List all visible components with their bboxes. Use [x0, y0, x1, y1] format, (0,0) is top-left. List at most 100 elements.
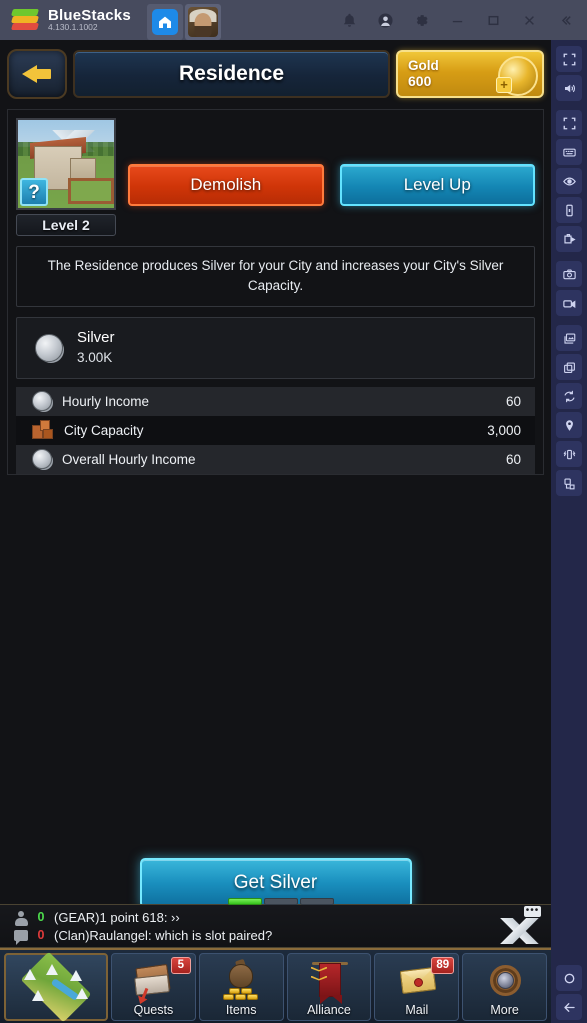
nav-label: More: [490, 1002, 519, 1017]
nav-label: Alliance: [307, 1002, 351, 1017]
chat-right[interactable]: •••: [485, 906, 543, 946]
stat-list: Hourly Income 60 City Capacity 3,000 Ove…: [16, 386, 535, 474]
crate-icon: [32, 420, 54, 440]
building-thumbnail[interactable]: ?: [16, 118, 116, 210]
mountain-icon: [491, 918, 539, 944]
resource-text: Silver 3.00K: [77, 328, 115, 366]
page-title: Residence: [73, 49, 390, 98]
building-card: ? Level 2 Demolish Level Up: [16, 118, 535, 236]
sync-icon[interactable]: [556, 383, 582, 409]
progress-segment: [300, 898, 334, 905]
stat-row: Overall Hourly Income 60: [16, 444, 535, 474]
rotate-device-icon[interactable]: [556, 197, 582, 223]
chat-bubble-icon: [14, 930, 28, 945]
silver-coin-icon: [32, 391, 52, 411]
video-icon[interactable]: [556, 290, 582, 316]
map-icon: [10, 951, 102, 1022]
account-button[interactable]: [367, 0, 403, 40]
gold-counter[interactable]: Gold 600 +: [396, 49, 544, 98]
stat-value: 60: [505, 393, 521, 409]
minimize-button[interactable]: [439, 0, 475, 40]
resource-summary: Silver 3.00K: [16, 316, 535, 379]
info-badge-icon[interactable]: ?: [20, 178, 48, 206]
progress-segments: [228, 898, 334, 905]
settings-button[interactable]: [403, 0, 439, 40]
home-circle-icon[interactable]: [556, 965, 582, 991]
nav-items[interactable]: Items: [198, 952, 284, 1021]
building-level-label: Level 2: [42, 217, 90, 233]
person-icon: [14, 911, 28, 926]
macro-icon[interactable]: [556, 226, 582, 252]
tab-strip: [146, 0, 221, 40]
nav-label: Items: [225, 1002, 257, 1017]
page-title-text: Residence: [178, 61, 285, 85]
chat-line[interactable]: 0 (Clan)Raulangel: which is slot paired?: [36, 928, 485, 943]
eye-icon[interactable]: [556, 168, 582, 194]
notifications-button[interactable]: [331, 0, 367, 40]
media-manager-icon[interactable]: [556, 325, 582, 351]
chat-line[interactable]: 0 (GEAR)1 point 618: ››: [36, 910, 485, 925]
location-icon[interactable]: [556, 412, 582, 438]
game-tab[interactable]: [184, 4, 221, 40]
back-arrow-icon[interactable]: [556, 994, 582, 1020]
avatar-icon: [187, 7, 218, 37]
fence-art: [68, 178, 114, 204]
building-level: Level 2: [16, 214, 116, 236]
stat-value: 3,000: [487, 422, 521, 438]
more-dots-icon: •••: [524, 905, 541, 917]
keyboard-icon[interactable]: [556, 139, 582, 165]
shake-icon[interactable]: [556, 441, 582, 467]
game-header: Residence Gold 600 +: [7, 46, 544, 101]
volume-icon[interactable]: [556, 75, 582, 101]
stat-value: 60: [505, 451, 521, 467]
nav-mail[interactable]: 89 Mail: [374, 952, 460, 1021]
window-controls: [331, 0, 587, 40]
building-panel: ? Level 2 Demolish Level Up The Residenc…: [7, 109, 544, 475]
brand-name: BlueStacks: [48, 6, 131, 24]
multi-instance-icon[interactable]: [556, 354, 582, 380]
nav-map[interactable]: [4, 951, 108, 1022]
resource-amount: 3.00K: [77, 349, 113, 365]
fit-to-screen-icon[interactable]: [556, 110, 582, 136]
nav-label: Mail: [405, 1002, 429, 1017]
chat-bar[interactable]: 0 (GEAR)1 point 618: ›› 0 (Clan)Raulange…: [0, 898, 551, 948]
bluestacks-sidebar: [551, 40, 587, 1023]
chat-lines: 0 (GEAR)1 point 618: ›› 0 (Clan)Raulange…: [34, 910, 485, 943]
more-icon: [484, 962, 526, 1002]
demolish-button[interactable]: Demolish: [128, 164, 324, 206]
resource-name: Silver: [77, 329, 115, 347]
bottom-nav: 5 Quests Items Alliance 89 Mail More: [0, 948, 551, 1023]
stat-row: City Capacity 3,000: [16, 415, 535, 445]
add-gold-icon[interactable]: +: [496, 76, 512, 93]
brand-version: 4.130.1.1002: [48, 22, 98, 33]
home-tab[interactable]: [146, 4, 183, 40]
camera-icon[interactable]: [556, 261, 582, 287]
alliance-icon: [308, 961, 350, 1004]
silver-coin-icon: [35, 333, 63, 362]
stat-label: City Capacity: [64, 422, 144, 438]
stat-label: Overall Hourly Income: [62, 451, 196, 467]
nav-more[interactable]: More: [462, 952, 547, 1021]
silver-coin-icon: [32, 449, 52, 469]
nav-quests[interactable]: 5 Quests: [111, 952, 196, 1021]
fullscreen-icon[interactable]: [556, 46, 582, 72]
building-actions: Demolish Level Up: [128, 118, 535, 206]
back-button[interactable]: [7, 48, 67, 99]
nav-alliance[interactable]: Alliance: [286, 952, 372, 1021]
mail-badge: 89: [431, 956, 455, 974]
titlebar: BlueStacks 4.130.1.1002: [0, 0, 587, 40]
items-icon: [220, 958, 262, 1002]
level-up-button[interactable]: Level Up: [339, 164, 535, 206]
maximize-button[interactable]: [475, 0, 511, 40]
chat-count: 0: [37, 910, 45, 924]
progress-segment: [264, 898, 298, 905]
chat-icons: [8, 911, 34, 945]
close-button[interactable]: [511, 0, 547, 40]
quests-icon: [132, 962, 174, 1002]
install-apk-icon[interactable]: [556, 470, 582, 496]
chat-count: 0: [37, 928, 45, 942]
building-thumb-wrap: ? Level 2: [16, 118, 116, 236]
collapse-button[interactable]: [547, 0, 583, 40]
quests-badge: 5: [170, 956, 191, 974]
progress-segment: [228, 898, 262, 905]
